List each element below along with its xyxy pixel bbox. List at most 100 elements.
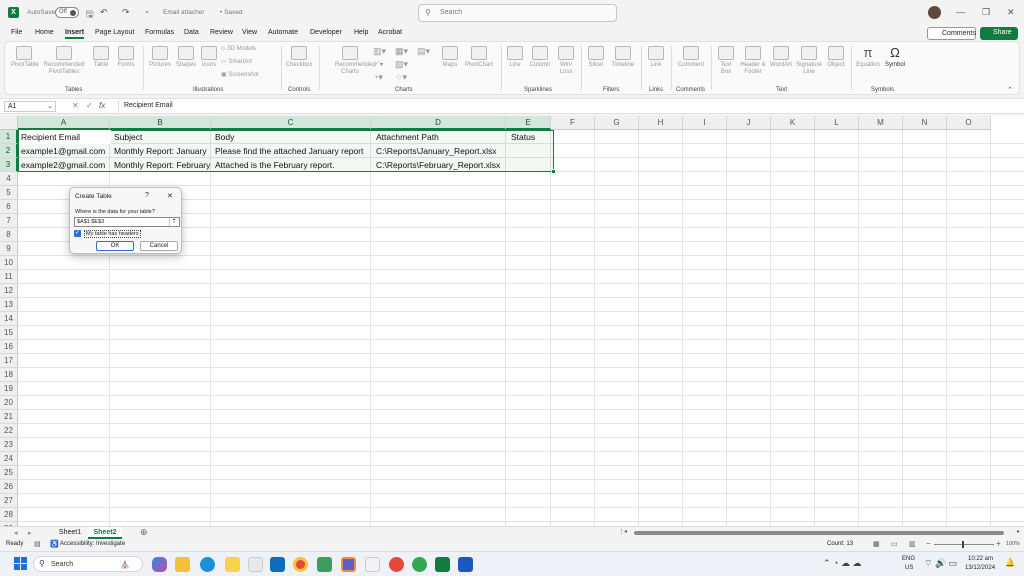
cell-d2[interactable]: C:\Reports\January_Report.xlsx <box>374 144 508 158</box>
menu-file[interactable]: File <box>11 29 22 36</box>
pivotchart-button[interactable]: PivotChart <box>463 46 495 69</box>
cell-b1[interactable]: Subject <box>112 130 212 144</box>
row-header-17[interactable]: 17 <box>0 354 18 368</box>
row-header-20[interactable]: 20 <box>0 396 18 410</box>
customize-toolbar-icon[interactable]: ⌄ <box>144 7 150 15</box>
row-header-3[interactable]: 3 <box>0 158 18 172</box>
row-header-11[interactable]: 11 <box>0 270 18 284</box>
outlook-icon[interactable] <box>270 557 285 572</box>
edge-icon[interactable] <box>200 557 215 572</box>
screenshot-button[interactable]: ▣ Screenshot <box>221 72 271 79</box>
headers-checkbox-label[interactable]: My table has headers <box>84 230 141 238</box>
scroll-left-arrow-icon[interactable]: ◂ <box>624 528 627 535</box>
avatar[interactable] <box>928 6 941 19</box>
column-header-j[interactable]: J <box>727 116 771 130</box>
column-header-i[interactable]: I <box>683 116 727 130</box>
teams-icon[interactable] <box>341 557 356 572</box>
restore-icon[interactable]: ❐ <box>982 7 990 18</box>
row-header-27[interactable]: 27 <box>0 494 18 508</box>
system-tray-icons[interactable]: ⌃ ◔ ☁ ☁ <box>823 558 861 569</box>
chrome-profile-icon[interactable] <box>389 557 404 572</box>
sparkline-winloss-button[interactable]: Win/ Loss <box>555 46 577 76</box>
row-header-18[interactable]: 18 <box>0 368 18 382</box>
recommended-charts-button[interactable]: Recommended Charts <box>335 46 376 76</box>
app-icon-pin[interactable] <box>365 557 380 572</box>
share-button[interactable]: Share <box>980 27 1018 40</box>
row-header-22[interactable]: 22 <box>0 424 18 438</box>
recommended-pivottables-button[interactable]: Recommended PivotTables <box>43 46 85 76</box>
cell-c3[interactable]: Attached is the February report. <box>213 158 373 172</box>
pivottable-button[interactable]: PivotTable <box>11 46 39 69</box>
cancel-button[interactable]: Cancel <box>140 241 178 251</box>
collapse-ribbon-icon[interactable]: ⌃ <box>1007 86 1013 94</box>
language-indicator[interactable]: ENG <box>902 556 915 562</box>
zoom-slider[interactable] <box>934 541 994 548</box>
page-layout-view-icon[interactable]: ▭ <box>891 540 898 548</box>
save-icon[interactable]: 🖫 <box>86 7 94 23</box>
column-header-c[interactable]: C <box>211 116 371 130</box>
text-box-button[interactable]: Text Box <box>715 46 737 76</box>
dialog-close-icon[interactable]: ✕ <box>167 192 173 200</box>
hierarchy-chart-icon[interactable]: ▦▾ <box>395 46 408 57</box>
comments-button[interactable]: Comments <box>927 27 976 40</box>
network-volume-battery-icons[interactable]: ⌔ 🔊 ▭ <box>924 558 957 569</box>
cancel-entry-icon[interactable]: ✕ <box>72 101 79 110</box>
autosave-toggle[interactable]: Off <box>55 7 79 18</box>
chrome-profile2-icon[interactable] <box>412 557 427 572</box>
clock-date[interactable]: 13/12/2024 <box>965 565 995 571</box>
row-header-2[interactable]: 2 <box>0 144 18 158</box>
name-box[interactable]: A1 ⌄ <box>4 101 56 112</box>
copilot-icon[interactable] <box>152 557 167 572</box>
header-footer-button[interactable]: Header & Footer <box>739 46 767 76</box>
checkbox-button[interactable]: Checkbox <box>285 46 313 69</box>
chart-types-gallery[interactable]: ▥▾ ▦▾ ▤▾ ⟋▾ ▧▾ ◔▾ ⁘▾ <box>373 46 437 84</box>
row-header-9[interactable]: 9 <box>0 242 18 256</box>
row-header-5[interactable]: 5 <box>0 186 18 200</box>
column-header-d[interactable]: D <box>371 116 506 130</box>
table-button[interactable]: Table <box>91 46 111 69</box>
sparkline-line-button[interactable]: Line <box>505 46 525 69</box>
menu-formulas[interactable]: Formulas <box>145 29 174 36</box>
close-icon[interactable]: ✕ <box>1007 7 1015 18</box>
file-explorer-icon[interactable] <box>175 557 190 572</box>
excel-taskbar-icon[interactable] <box>435 557 450 572</box>
accessibility-icon[interactable]: ♿ <box>50 540 59 548</box>
forms-button[interactable]: Forms <box>115 46 137 69</box>
menu-data[interactable]: Data <box>184 29 199 36</box>
row-header-14[interactable]: 14 <box>0 312 18 326</box>
scroll-right-icon[interactable]: ▸ <box>28 529 32 537</box>
timeline-button[interactable]: Timeline <box>609 46 637 69</box>
row-header-8[interactable]: 8 <box>0 228 18 242</box>
cell-d3[interactable]: C:\Reports\February_Report.xlsx <box>374 158 508 172</box>
selection-fill-handle[interactable] <box>551 169 556 174</box>
waterfall-chart-icon[interactable]: ▤▾ <box>417 46 430 57</box>
pie-chart-icon[interactable]: ◔▾ <box>373 72 383 83</box>
3d-models-button[interactable]: ◇ 3D Models <box>221 46 271 53</box>
formula-input[interactable]: Recipient Email <box>118 100 1016 113</box>
macro-record-icon[interactable]: ▤ <box>34 540 41 548</box>
menu-help[interactable]: Help <box>354 29 368 36</box>
menu-insert[interactable]: Insert <box>65 29 85 39</box>
headers-checkbox[interactable]: ✓ <box>74 230 81 237</box>
confirm-entry-icon[interactable]: ✓ <box>86 101 93 110</box>
search-box[interactable]: ⚲ Search <box>418 4 617 22</box>
row-header-24[interactable]: 24 <box>0 452 18 466</box>
range-input[interactable]: $A$1:$E$3 ⇡ <box>74 217 180 227</box>
column-header-f[interactable]: F <box>551 116 595 130</box>
sheet-tab-sheet2[interactable]: Sheet2 <box>88 527 122 539</box>
cell-a3[interactable]: example2@gmail.com <box>19 158 111 172</box>
row-header-12[interactable]: 12 <box>0 284 18 298</box>
horizontal-scrollbar[interactable]: ◂ ▸ <box>624 529 1020 536</box>
row-header-10[interactable]: 10 <box>0 256 18 270</box>
row-header-16[interactable]: 16 <box>0 340 18 354</box>
pictures-button[interactable]: Pictures <box>147 46 173 69</box>
collapse-dialog-icon[interactable]: ⇡ <box>169 218 178 226</box>
cell-a1[interactable]: Recipient Email <box>19 130 111 144</box>
menu-page-layout[interactable]: Page Layout <box>95 29 134 36</box>
app-icon-yellow[interactable] <box>225 557 240 572</box>
column-header-o[interactable]: O <box>947 116 991 130</box>
search-input[interactable]: Search <box>440 9 462 16</box>
insert-function-icon[interactable]: fx <box>99 101 105 110</box>
cell-b2[interactable]: Monthly Report: January <box>112 144 212 158</box>
accessibility-status[interactable]: Accessibility: Investigate <box>60 541 125 547</box>
